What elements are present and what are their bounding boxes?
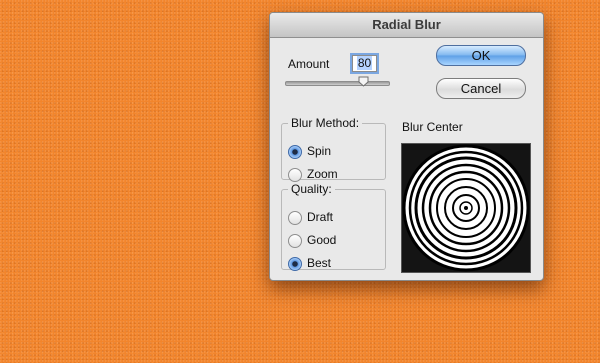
radio-label-good: Good <box>307 233 337 247</box>
radio-button-best[interactable] <box>288 257 302 271</box>
radial-blur-dialog: Radial Blur Amount 80 OK Cancel Blur Met… <box>269 12 544 281</box>
radio-good[interactable]: Good <box>288 233 368 249</box>
ok-button[interactable]: OK <box>436 45 526 66</box>
quality-group: Quality: Draft Good Best <box>281 182 386 272</box>
amount-slider-thumb[interactable] <box>358 76 369 87</box>
amount-input[interactable]: 80 <box>352 55 377 72</box>
radio-draft[interactable]: Draft <box>288 210 368 226</box>
blur-center-preview[interactable] <box>401 143 531 273</box>
radio-button-zoom[interactable] <box>288 168 302 182</box>
radio-button-spin[interactable] <box>288 145 302 159</box>
quality-legend: Quality: <box>291 182 332 196</box>
amount-label: Amount <box>288 57 330 71</box>
blur-method-group: Blur Method: Spin Zoom <box>281 116 386 183</box>
radio-zoom[interactable]: Zoom <box>288 167 368 183</box>
blur-center-label: Blur Center <box>402 120 463 134</box>
dialog-title[interactable]: Radial Blur <box>270 13 543 38</box>
radio-label-zoom: Zoom <box>307 167 338 181</box>
radio-label-draft: Draft <box>307 210 334 224</box>
radio-label-spin: Spin <box>307 144 332 158</box>
radio-label-best: Best <box>307 256 332 270</box>
radio-spin[interactable]: Spin <box>288 144 368 160</box>
radio-button-good[interactable] <box>288 234 302 248</box>
radio-button-draft[interactable] <box>288 211 302 225</box>
radio-best[interactable]: Best <box>288 256 368 272</box>
amount-value: 80 <box>356 56 373 70</box>
amount-slider-track[interactable] <box>285 81 390 86</box>
blur-method-legend: Blur Method: <box>291 116 360 130</box>
cancel-button[interactable]: Cancel <box>436 78 526 99</box>
